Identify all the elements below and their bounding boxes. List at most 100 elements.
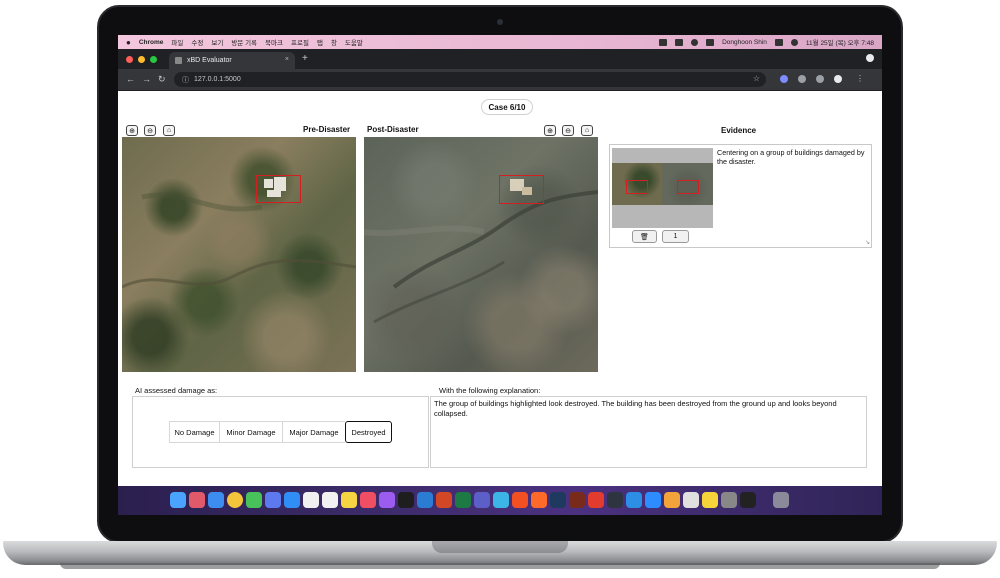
option-no-damage[interactable]: No Damage	[169, 421, 219, 443]
option-minor-damage[interactable]: Minor Damage	[219, 421, 282, 443]
browser-tabbar: xBD Evaluator × +	[118, 49, 882, 69]
profile-icon[interactable]	[834, 75, 842, 83]
control-center-icon[interactable]	[774, 38, 783, 46]
menu-history[interactable]: 방문 기록	[231, 37, 257, 47]
back-icon[interactable]: ←	[126, 74, 135, 84]
terminal-icon[interactable]	[740, 492, 756, 508]
contacts-icon[interactable]	[322, 492, 338, 508]
menu-bookmarks[interactable]: 북마크	[265, 37, 283, 47]
tab-close-icon[interactable]: ×	[285, 56, 289, 63]
resize-handle-icon[interactable]: ↘	[865, 239, 870, 246]
pre-zoom-out-icon[interactable]: ⊖	[144, 125, 156, 136]
trash-icon[interactable]	[773, 492, 789, 508]
pre-disaster-image[interactable]	[122, 137, 356, 372]
mail-icon[interactable]	[265, 492, 281, 508]
notes-icon[interactable]	[341, 492, 357, 508]
post-disaster-image[interactable]	[364, 137, 598, 372]
option-destroyed[interactable]: Destroyed	[345, 421, 392, 443]
reload-icon[interactable]: ↻	[158, 74, 166, 85]
app-icon[interactable]	[721, 492, 737, 508]
podcasts-icon[interactable]	[379, 492, 395, 508]
forward-icon[interactable]: →	[142, 74, 151, 84]
post-zoom-in-icon[interactable]: ⊕	[544, 125, 556, 136]
battery-icon[interactable]	[706, 38, 715, 46]
slack-icon[interactable]	[683, 492, 699, 508]
powerpoint-icon[interactable]	[436, 492, 452, 508]
launchpad-icon[interactable]	[189, 492, 205, 508]
menu-tab[interactable]: 탭	[317, 37, 323, 47]
evidence-thumbnail[interactable]	[612, 148, 713, 228]
post-home-icon[interactable]: ⌂	[581, 125, 593, 136]
app-icon[interactable]	[512, 492, 528, 508]
extension-icon[interactable]	[780, 75, 788, 83]
music-icon[interactable]	[360, 492, 376, 508]
menu-window[interactable]: 창	[331, 37, 337, 47]
apple-icon[interactable]: ●	[126, 38, 131, 47]
zoom-window-button[interactable]	[150, 56, 157, 63]
mac-menubar: ● Chrome 파일 수정 보기 방문 기록 북마크 프로필 탭 창 도움말 …	[118, 35, 882, 49]
vscode-icon[interactable]	[626, 492, 642, 508]
tab-search-icon[interactable]	[866, 54, 874, 62]
app-icon[interactable]	[493, 492, 509, 508]
close-window-button[interactable]	[126, 56, 133, 63]
tab-xbd-evaluator[interactable]: xBD Evaluator ×	[169, 52, 295, 69]
app-store-icon[interactable]	[284, 492, 300, 508]
menu-edit[interactable]: 수정	[191, 37, 203, 47]
github-icon[interactable]	[398, 492, 414, 508]
tab-favicon-icon	[175, 57, 182, 64]
ai-assessment-label: AI assessed damage as:	[135, 386, 218, 395]
evidence-text[interactable]: Centering on a group of buildings damage…	[717, 148, 867, 166]
minimize-window-button[interactable]	[138, 56, 145, 63]
messages-icon[interactable]	[246, 492, 262, 508]
wifi-icon[interactable]	[691, 38, 699, 46]
siri-icon[interactable]	[790, 38, 798, 46]
calendar-icon[interactable]	[303, 492, 319, 508]
pre-zoom-in-icon[interactable]: ⊕	[126, 125, 138, 136]
browser-toolbar: ← → ↻ ⓘ 127.0.0.1:5000 ☆ ⋮	[118, 69, 882, 91]
menu-file[interactable]: 파일	[171, 37, 183, 47]
app-icon[interactable]	[664, 492, 680, 508]
photoshop-icon[interactable]	[550, 492, 566, 508]
evidence-panel[interactable]: Centering on a group of buildings damage…	[609, 144, 872, 248]
bookmark-star-icon[interactable]: ☆	[753, 74, 760, 83]
safari-icon[interactable]	[208, 492, 224, 508]
pre-home-icon[interactable]: ⌂	[163, 125, 175, 136]
new-tab-button[interactable]: +	[302, 53, 308, 64]
user-name[interactable]: Donghoon Shin	[722, 39, 767, 46]
kakaotalk-icon[interactable]	[702, 492, 718, 508]
clock[interactable]: 11월 25일 (목) 오후 7:48	[806, 37, 874, 47]
pre-disaster-title: Pre-Disaster	[303, 125, 351, 134]
menu-help[interactable]: 도움말	[345, 37, 363, 47]
menu-app[interactable]: Chrome	[139, 39, 164, 46]
trash-icon: 🗑	[640, 233, 649, 241]
evidence-count[interactable]: 1	[662, 230, 689, 243]
menu-profile[interactable]: 프로필	[291, 37, 309, 47]
camera	[497, 19, 503, 25]
excel-icon[interactable]	[455, 492, 471, 508]
extension-icon[interactable]	[798, 75, 806, 83]
app-icon[interactable]	[531, 492, 547, 508]
status-icon[interactable]	[659, 38, 668, 46]
finder-icon[interactable]	[170, 492, 186, 508]
mac-dock	[118, 486, 882, 515]
puzzle-icon[interactable]	[816, 75, 824, 83]
menubar-status: Donghoon Shin 11월 25일 (목) 오후 7:48	[659, 35, 874, 49]
word-icon[interactable]	[417, 492, 433, 508]
info-icon[interactable]: ⓘ	[182, 75, 189, 85]
explanation-text[interactable]: The group of buildings highlighted look …	[430, 396, 867, 468]
option-major-damage[interactable]: Major Damage	[282, 421, 345, 443]
teams-icon[interactable]	[474, 492, 490, 508]
illustrator-icon[interactable]	[569, 492, 585, 508]
post-zoom-out-icon[interactable]: ⊖	[562, 125, 574, 136]
address-bar[interactable]: ⓘ 127.0.0.1:5000 ☆	[174, 72, 766, 87]
zoom-app-icon[interactable]	[645, 492, 661, 508]
pycharm-icon[interactable]	[607, 492, 623, 508]
laptop-notch	[432, 541, 568, 553]
chrome-icon[interactable]	[227, 492, 243, 508]
evaluator-page: Case 6/10 ⊕ ⊖ ⌂ Pre-Disaster Post-Disast…	[118, 92, 882, 486]
delete-evidence-button[interactable]: 🗑	[632, 230, 657, 243]
acrobat-icon[interactable]	[588, 492, 604, 508]
menu-view[interactable]: 보기	[211, 37, 223, 47]
menu-dots-icon[interactable]: ⋮	[856, 74, 864, 83]
input-icon[interactable]	[675, 38, 684, 46]
